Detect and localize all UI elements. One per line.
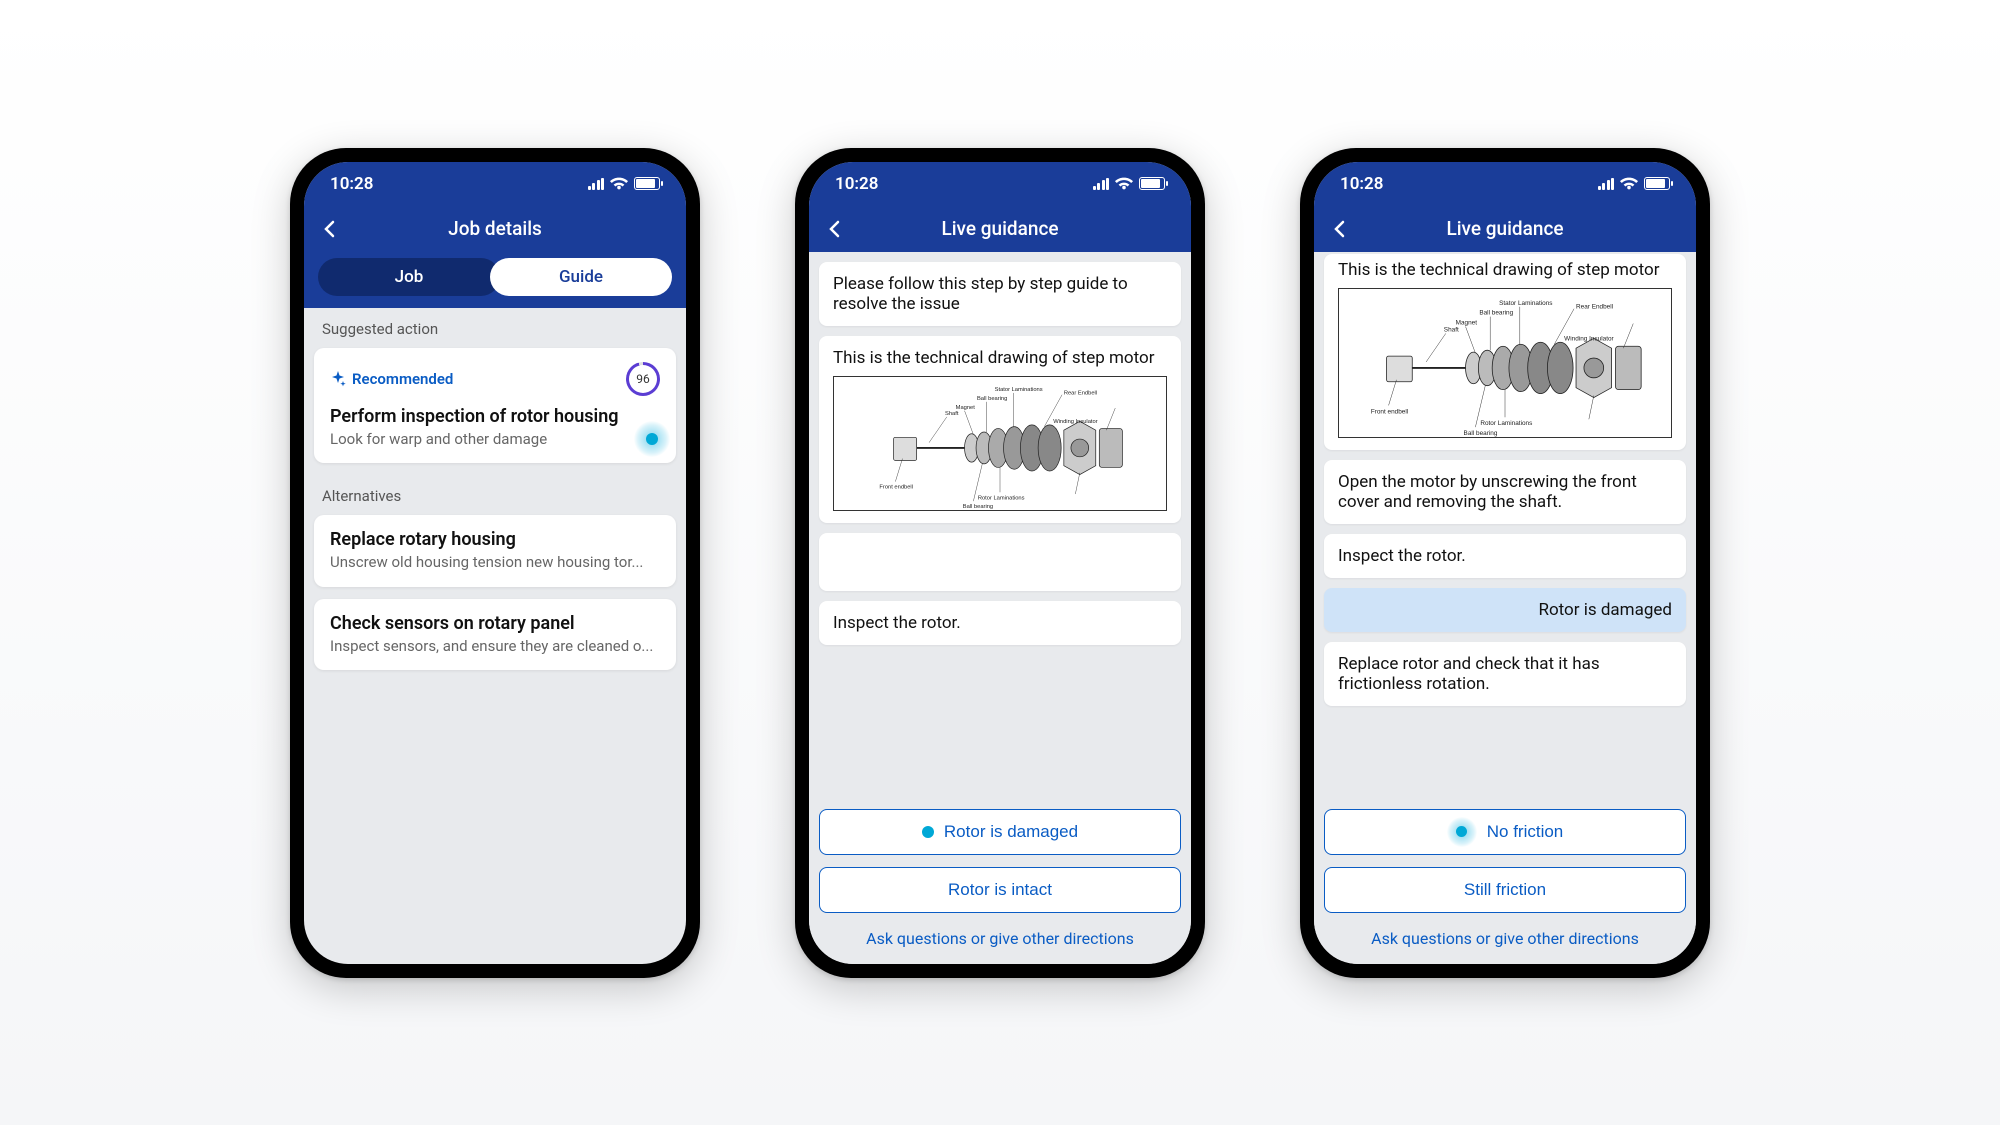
technical-drawing bbox=[1338, 288, 1672, 438]
confidence-score: 96 bbox=[626, 362, 660, 396]
rec-subtitle: Look for warp and other damage bbox=[330, 430, 660, 450]
user-response-msg: Rotor is damaged bbox=[1324, 588, 1686, 632]
guidance-intro-msg: Please follow this step by step guide to… bbox=[819, 262, 1181, 326]
app-header: Live guidance bbox=[809, 206, 1191, 252]
signal-icon bbox=[588, 178, 605, 190]
battery-icon bbox=[634, 177, 660, 190]
phone-mockup-2: 10:28 Live guidance Please follow this s… bbox=[795, 148, 1205, 978]
battery-icon bbox=[1644, 177, 1670, 190]
replace-rotor-msg: Replace rotor and check that it has fric… bbox=[1324, 642, 1686, 706]
status-time: 10:28 bbox=[1340, 174, 1383, 194]
highlight-indicator bbox=[634, 421, 670, 457]
drawing-msg: This is the technical drawing of step mo… bbox=[1324, 254, 1686, 450]
technical-drawing bbox=[833, 376, 1167, 511]
highlight-dot-icon bbox=[922, 826, 934, 838]
phone-mockup-1: 10:28 Job details Job Guide Suggested ac… bbox=[290, 148, 700, 978]
signal-icon bbox=[1598, 178, 1615, 190]
battery-icon bbox=[1139, 177, 1165, 190]
still-friction-button[interactable]: Still friction bbox=[1324, 867, 1686, 913]
recommended-card[interactable]: Recommended 96 Perform inspection of rot… bbox=[314, 348, 676, 464]
alternative-card-1[interactable]: Replace rotary housing Unscrew old housi… bbox=[314, 515, 676, 587]
app-header: Live guidance bbox=[1314, 206, 1696, 252]
ask-questions-link[interactable]: Ask questions or give other directions bbox=[819, 925, 1181, 954]
alt2-title: Check sensors on rotary panel bbox=[330, 613, 660, 634]
rotor-intact-button[interactable]: Rotor is intact bbox=[819, 867, 1181, 913]
tab-row: Job Guide bbox=[304, 252, 686, 308]
wifi-icon bbox=[1620, 177, 1638, 190]
wifi-icon bbox=[1115, 177, 1133, 190]
open-motor-msg: Open the motor by unscrewing the front c… bbox=[1324, 460, 1686, 524]
rec-title: Perform inspection of rotor housing bbox=[330, 406, 660, 427]
alt1-subtitle: Unscrew old housing tension new housing … bbox=[330, 553, 660, 573]
section-alternatives-label: Alternatives bbox=[314, 475, 676, 515]
inspect-msg: Inspect the rotor. bbox=[1324, 534, 1686, 578]
alt1-title: Replace rotary housing bbox=[330, 529, 660, 550]
tab-guide[interactable]: Guide bbox=[490, 258, 672, 296]
status-time: 10:28 bbox=[835, 174, 878, 194]
status-time: 10:28 bbox=[330, 174, 373, 194]
back-button[interactable] bbox=[1330, 219, 1350, 239]
drawing-msg: This is the technical drawing of step mo… bbox=[819, 336, 1181, 523]
no-friction-button[interactable]: No friction bbox=[1324, 809, 1686, 855]
empty-msg bbox=[819, 533, 1181, 591]
phone-mockup-3: 10:28 Live guidance This is the technica… bbox=[1300, 148, 1710, 978]
status-bar: 10:28 bbox=[809, 162, 1191, 206]
page-title: Live guidance bbox=[1446, 217, 1563, 240]
back-button[interactable] bbox=[825, 219, 845, 239]
status-bar: 10:28 bbox=[1314, 162, 1696, 206]
status-bar: 10:28 bbox=[304, 162, 686, 206]
recommended-badge: Recommended bbox=[330, 370, 453, 388]
app-header: Job details bbox=[304, 206, 686, 252]
ask-questions-link[interactable]: Ask questions or give other directions bbox=[1324, 925, 1686, 954]
section-suggested-label: Suggested action bbox=[314, 308, 676, 348]
rotor-damaged-button[interactable]: Rotor is damaged bbox=[819, 809, 1181, 855]
back-button[interactable] bbox=[320, 219, 340, 239]
wifi-icon bbox=[610, 177, 628, 190]
alt2-subtitle: Inspect sensors, and ensure they are cle… bbox=[330, 637, 660, 657]
sparkle-icon bbox=[330, 371, 346, 387]
page-title: Job details bbox=[448, 217, 542, 240]
page-title: Live guidance bbox=[941, 217, 1058, 240]
highlight-indicator bbox=[1447, 817, 1477, 847]
signal-icon bbox=[1093, 178, 1110, 190]
inspect-msg: Inspect the rotor. bbox=[819, 601, 1181, 645]
tab-job[interactable]: Job bbox=[318, 258, 500, 296]
alternative-card-2[interactable]: Check sensors on rotary panel Inspect se… bbox=[314, 599, 676, 671]
